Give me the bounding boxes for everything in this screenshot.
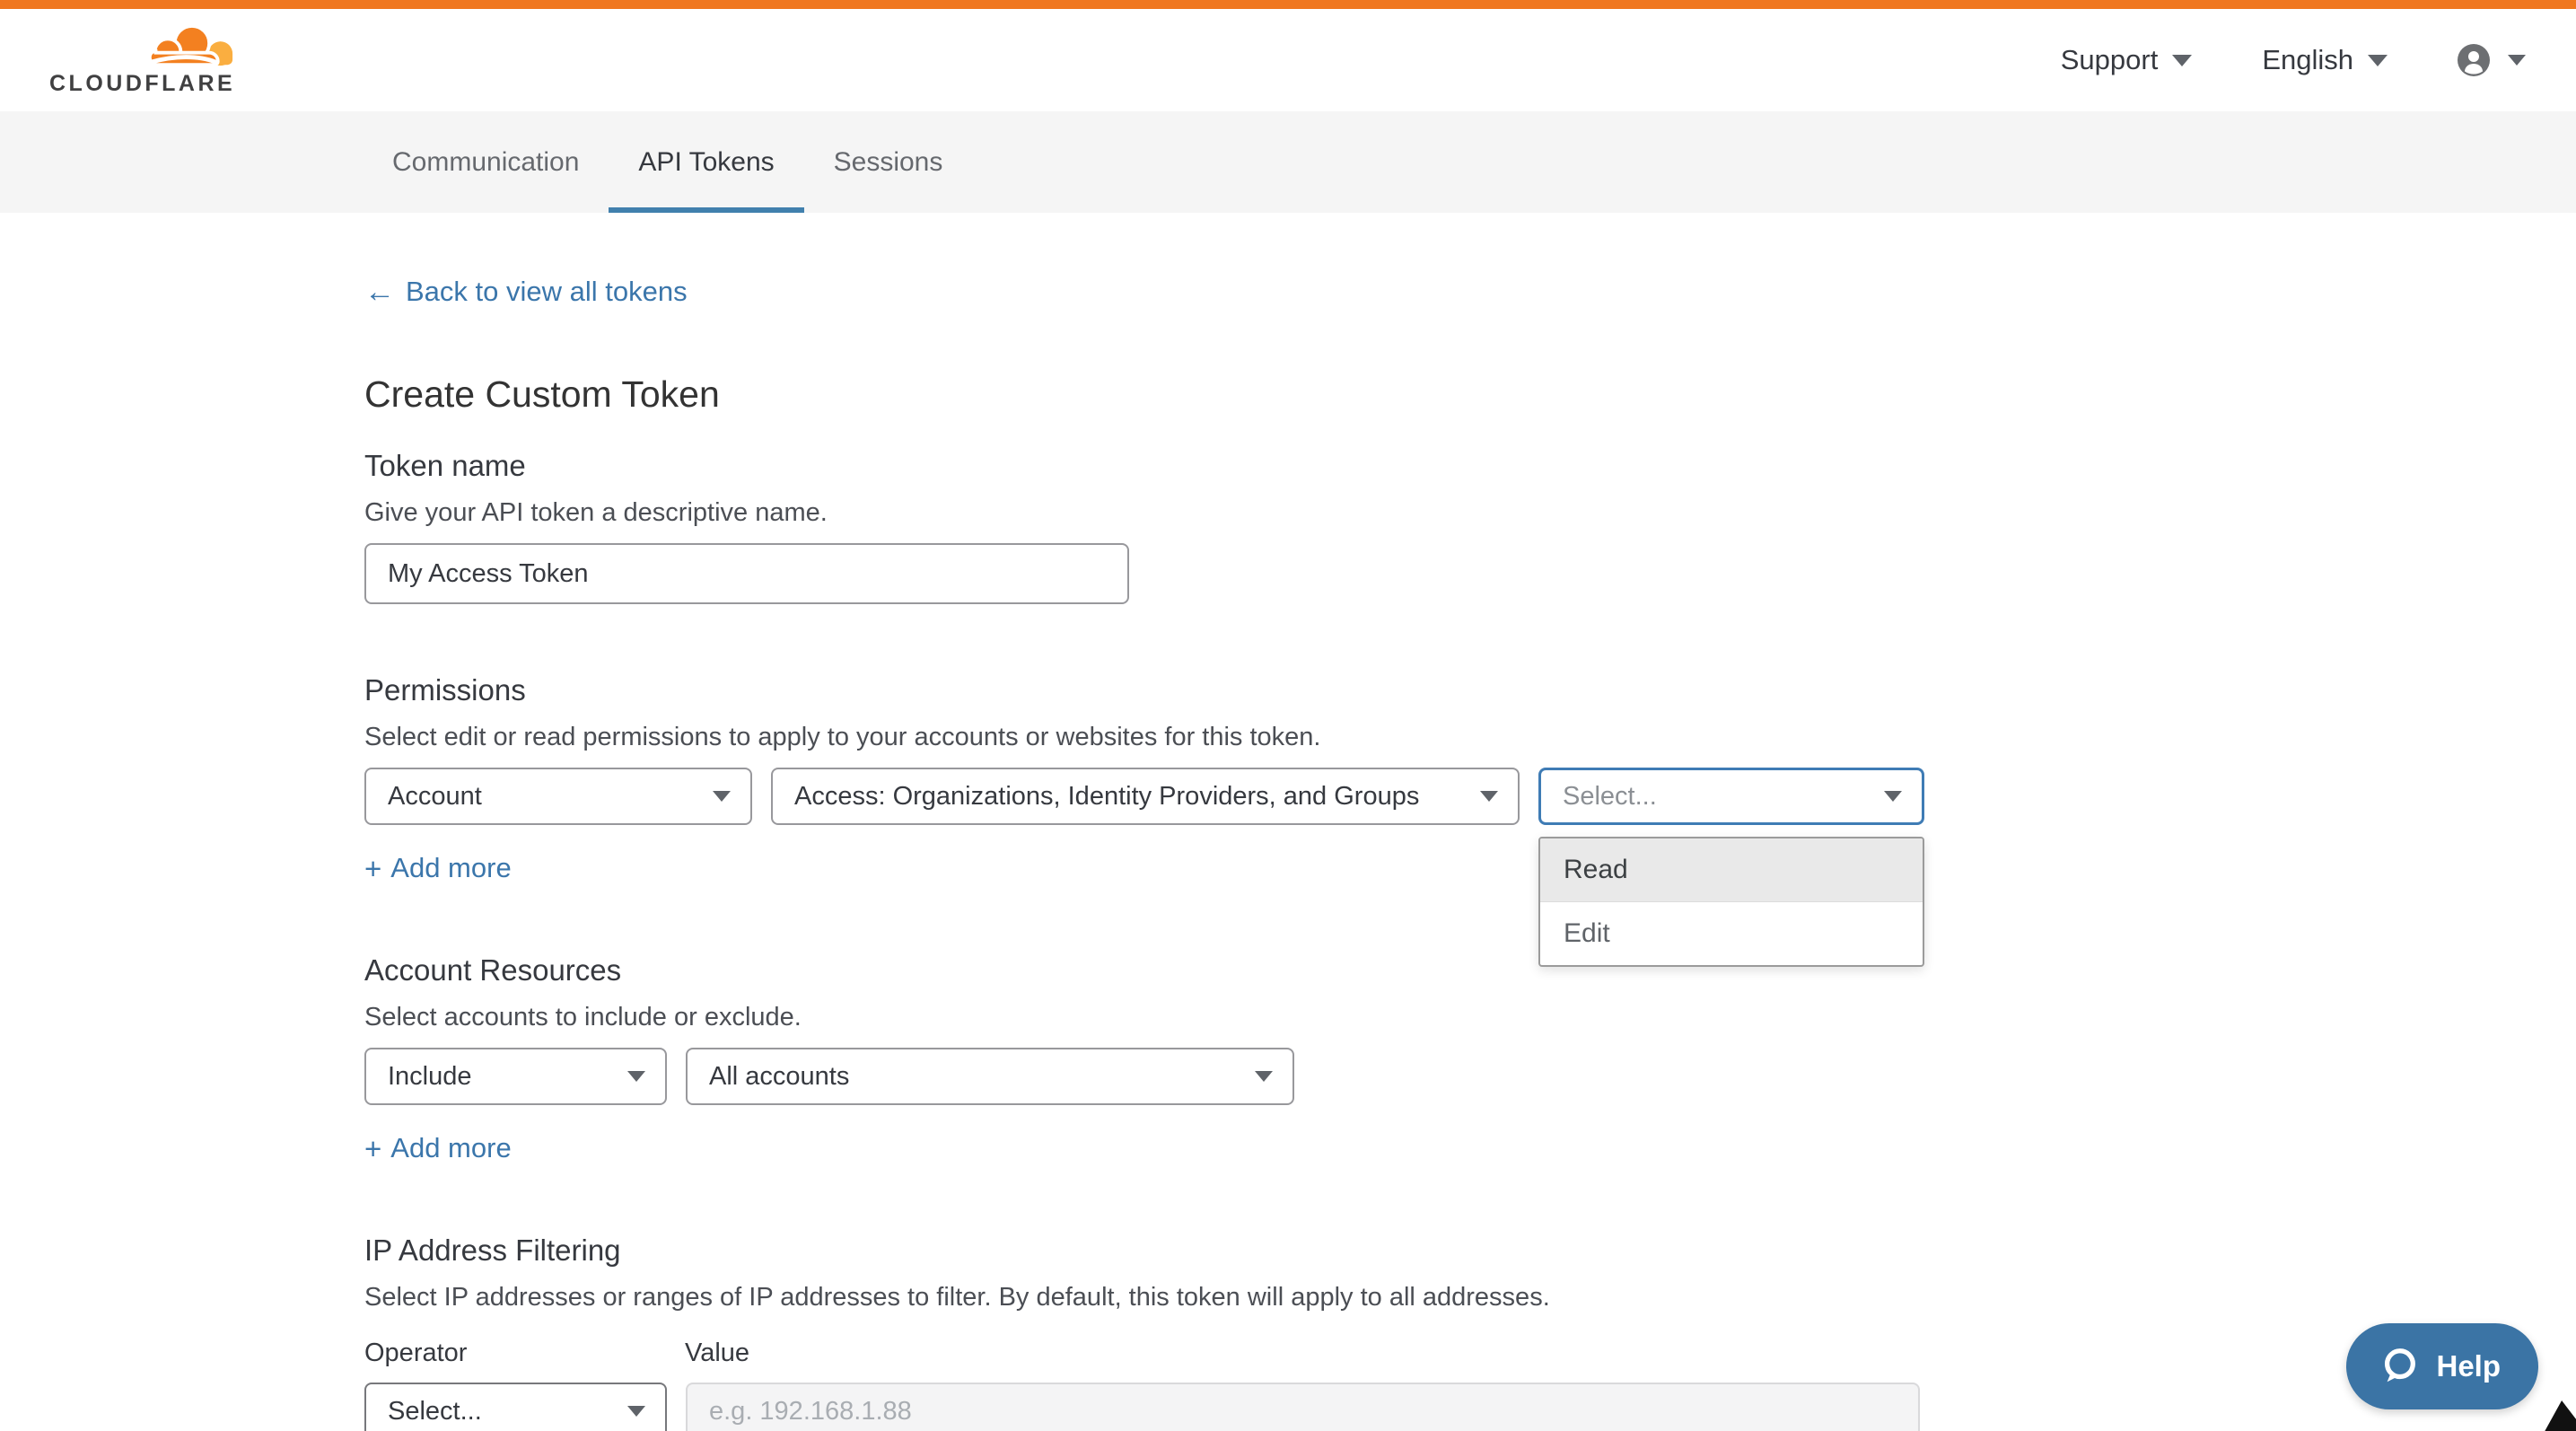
back-arrow-icon: ← xyxy=(364,277,395,307)
account-resources-add-more-label: Add more xyxy=(390,1132,511,1164)
token-name-heading: Token name xyxy=(364,448,1944,484)
page-title: Create Custom Token xyxy=(364,373,1944,416)
permissions-add-more-label: Add more xyxy=(390,852,511,884)
chevron-down-icon xyxy=(713,791,731,802)
plus-icon: + xyxy=(364,1134,381,1163)
resource-mode-select[interactable]: Include xyxy=(364,1048,667,1105)
cloudflare-cloud-icon xyxy=(142,24,237,69)
chevron-down-icon xyxy=(627,1406,645,1417)
ip-filtering-description: Select IP addresses or ranges of IP addr… xyxy=(364,1281,1944,1313)
chevron-down-icon xyxy=(2368,55,2388,66)
permission-scope-select[interactable]: Account xyxy=(364,768,752,825)
ip-filtering-heading: IP Address Filtering xyxy=(364,1233,1944,1269)
main-content: ← Back to view all tokens Create Custom … xyxy=(364,213,1944,1431)
account-menu[interactable] xyxy=(2458,44,2526,76)
menu-option-read[interactable]: Read xyxy=(1540,838,1923,902)
chevron-down-icon xyxy=(1884,791,1902,802)
ip-operator-select[interactable]: Select... xyxy=(364,1383,667,1431)
header-right: Support English xyxy=(2061,44,2526,76)
profile-tabbar: Communication API Tokens Sessions xyxy=(0,111,2576,213)
tab-communication[interactable]: Communication xyxy=(363,111,609,213)
resource-target-select[interactable]: All accounts xyxy=(686,1048,1294,1105)
user-avatar-icon xyxy=(2458,44,2490,76)
header: CLOUDFLARE Support English xyxy=(0,9,2576,111)
permissions-heading: Permissions xyxy=(364,672,1944,708)
account-resources-description: Select accounts to include or exclude. xyxy=(364,1001,1944,1033)
menu-option-edit[interactable]: Edit xyxy=(1540,902,1923,965)
chevron-down-icon xyxy=(1255,1071,1273,1082)
token-name-description: Give your API token a descriptive name. xyxy=(364,496,1944,529)
operator-label: Operator xyxy=(364,1339,685,1368)
chevron-down-icon xyxy=(2172,55,2192,66)
permissions-add-more-link[interactable]: + Add more xyxy=(364,852,512,884)
support-menu[interactable]: Support xyxy=(2061,44,2193,76)
cloudflare-logo[interactable]: CLOUDFLARE xyxy=(49,24,235,97)
ip-filtering-labels: Operator Value xyxy=(364,1339,1944,1368)
permissions-description: Select edit or read permissions to apply… xyxy=(364,721,1944,753)
chevron-down-icon xyxy=(2508,55,2526,66)
ip-value-input[interactable] xyxy=(686,1383,1920,1431)
help-button[interactable]: Help xyxy=(2346,1323,2538,1409)
back-link-label: Back to view all tokens xyxy=(406,276,688,308)
permissions-row: Account Access: Organizations, Identity … xyxy=(364,768,1944,825)
resource-target-value: All accounts xyxy=(709,1062,849,1092)
permission-resource-select[interactable]: Access: Organizations, Identity Provider… xyxy=(771,768,1520,825)
language-menu[interactable]: English xyxy=(2262,44,2388,76)
resource-mode-value: Include xyxy=(388,1062,472,1092)
chevron-down-icon xyxy=(627,1071,645,1082)
account-resources-row: Include All accounts xyxy=(364,1048,1944,1105)
permission-level-placeholder: Select... xyxy=(1563,782,1657,812)
top-accent-bar xyxy=(0,0,2576,9)
token-name-input[interactable] xyxy=(364,543,1129,604)
permission-resource-value: Access: Organizations, Identity Provider… xyxy=(794,782,1419,812)
cloudflare-wordmark: CLOUDFLARE xyxy=(49,71,235,97)
permission-scope-value: Account xyxy=(388,782,482,812)
help-button-label: Help xyxy=(2436,1349,2501,1383)
account-resources-add-more-link[interactable]: + Add more xyxy=(364,1132,512,1164)
permission-level-wrap: Select... Read Edit xyxy=(1538,768,1924,825)
tab-api-tokens[interactable]: API Tokens xyxy=(609,111,803,213)
tab-sessions[interactable]: Sessions xyxy=(804,111,973,213)
plus-icon: + xyxy=(364,854,381,883)
permission-level-menu: Read Edit xyxy=(1538,837,1924,967)
value-label: Value xyxy=(685,1339,749,1368)
back-to-tokens-link[interactable]: ← Back to view all tokens xyxy=(364,276,688,308)
support-menu-label: Support xyxy=(2061,44,2159,76)
chat-bubble-icon xyxy=(2379,1346,2420,1387)
language-menu-label: English xyxy=(2262,44,2353,76)
chevron-down-icon xyxy=(1480,791,1498,802)
ip-filtering-row: Select... xyxy=(364,1383,1944,1431)
mouse-cursor xyxy=(2542,1400,2576,1431)
permission-level-select[interactable]: Select... xyxy=(1538,768,1924,825)
ip-operator-placeholder: Select... xyxy=(388,1397,482,1427)
